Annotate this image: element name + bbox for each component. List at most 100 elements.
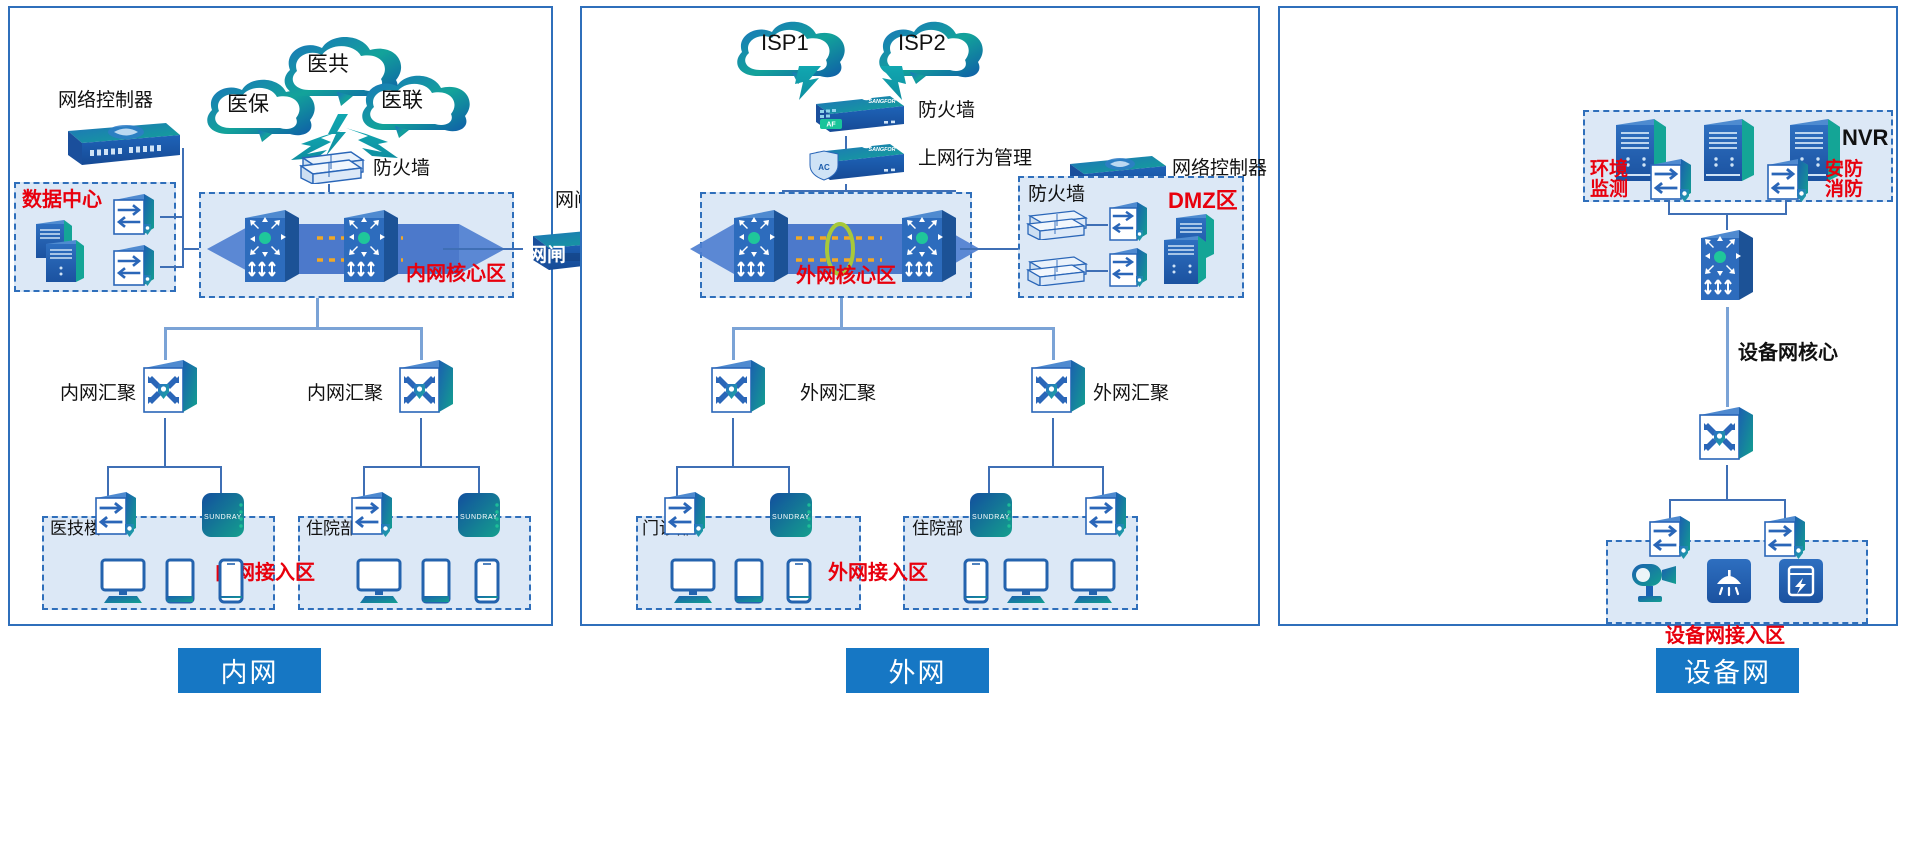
terminal-phone-intranet-l bbox=[218, 558, 244, 604]
link-aggL-down bbox=[164, 418, 166, 466]
panel-tab-intranet[interactable]: 内网 bbox=[178, 648, 321, 693]
agg-switch-extranet-right bbox=[1027, 358, 1091, 420]
terminal-pc-extranet-r1 bbox=[1001, 558, 1053, 606]
agg-right-label-intranet: 内网汇聚 bbox=[307, 382, 384, 404]
cloud-label-yilian: 医联 bbox=[381, 88, 423, 112]
camera-icon bbox=[1630, 558, 1686, 604]
link-extaggR-bus bbox=[988, 466, 1102, 468]
wireless-ap-extranet-right: SUNDRAY bbox=[968, 491, 1016, 539]
link-dn-agg-bus bbox=[1669, 499, 1784, 501]
agg-left-label-intranet: 内网汇聚 bbox=[60, 382, 137, 404]
zone-extranet-core-label: 外网核心区 bbox=[796, 263, 896, 287]
dmz-firewall-2 bbox=[1024, 254, 1090, 286]
terminal-tablet-extranet-l bbox=[734, 558, 764, 604]
gateway-device-label: 网闸 bbox=[528, 244, 567, 266]
svg-text:SUNDRAY: SUNDRAY bbox=[972, 514, 1010, 521]
terminal-phone-extranet-l bbox=[786, 558, 812, 604]
core-switch-intranet-left bbox=[241, 208, 303, 290]
link-dn-env-down bbox=[1668, 200, 1670, 214]
agg-switch-extranet-left bbox=[707, 358, 771, 420]
nvr-label: NVR bbox=[1842, 125, 1889, 150]
env-monitor-label-line2: 监测 bbox=[1590, 177, 1629, 200]
switch-datacenter-1 bbox=[110, 192, 160, 238]
link-ctrl-sw2 bbox=[160, 266, 184, 268]
sensor-icon bbox=[1706, 558, 1752, 604]
devicenet-core-label: 设备网核心 bbox=[1738, 340, 1838, 364]
zone-devicenet-access-label: 设备网接入区 bbox=[1665, 623, 1785, 647]
env-monitor-label: 环境 监测 bbox=[1590, 158, 1629, 200]
devicenet-access-switch-left bbox=[1646, 514, 1696, 564]
terminal-phone-intranet-r bbox=[474, 558, 500, 604]
link-ctrl-down bbox=[182, 148, 184, 218]
terminal-pc-intranet-r1 bbox=[354, 558, 406, 606]
link-extaggL-bus bbox=[676, 466, 790, 468]
core-switch-extranet-right bbox=[898, 208, 960, 290]
link-aggL-bus bbox=[107, 466, 222, 468]
link-dn-agg-down bbox=[1726, 465, 1728, 499]
access-control-icon bbox=[1778, 558, 1824, 604]
devicenet-switch-env bbox=[1647, 157, 1697, 207]
link-extagg-right-drop bbox=[1052, 327, 1055, 360]
network-controller-intranet bbox=[54, 115, 182, 167]
switch-datacenter-2 bbox=[110, 243, 160, 289]
link-core-agg-trunk bbox=[316, 298, 319, 328]
dmz-firewall-label: 防火墙 bbox=[1028, 183, 1086, 205]
security-fire-label-line1: 安防 bbox=[1825, 158, 1864, 180]
link-aggR-down bbox=[420, 418, 422, 466]
firewall-intranet-label: 防火墙 bbox=[373, 157, 431, 179]
wireless-ap-intranet-right: SUNDRAY bbox=[456, 491, 504, 539]
link-aggR-bus bbox=[363, 466, 478, 468]
link-dmzfw2-sw bbox=[1086, 270, 1108, 272]
zone-intranet-core-label: 内网核心区 bbox=[406, 261, 506, 285]
terminal-pc-extranet-l bbox=[668, 558, 720, 606]
dmz-server-stack bbox=[1160, 212, 1234, 290]
agg-left-label-extranet: 外网汇聚 bbox=[800, 382, 877, 404]
zone-datacenter-label: 数据中心 bbox=[22, 187, 102, 211]
terminal-phone-extranet-r bbox=[963, 558, 989, 604]
link-agg-left-drop bbox=[164, 327, 167, 360]
terminal-tablet-intranet-l bbox=[165, 558, 195, 604]
zone-extranet-access-label: 外网接入区 bbox=[828, 560, 928, 584]
devicenet-switch-security bbox=[1764, 157, 1814, 207]
svg-text:SUNDRAY: SUNDRAY bbox=[204, 514, 242, 521]
access-switch-intranet-left bbox=[92, 490, 142, 542]
firewall-sangfor-af: SANGFOR AF bbox=[808, 92, 908, 136]
behavior-mgmt-sangfor-ac: SANGFOR AC bbox=[808, 140, 908, 184]
svg-text:AC: AC bbox=[818, 163, 830, 172]
link-extaggL-down bbox=[732, 418, 734, 466]
link-dmzfw1-sw bbox=[1086, 224, 1108, 226]
link-ctrl-sw1 bbox=[160, 216, 184, 218]
nvr-server-2 bbox=[1700, 117, 1760, 189]
core-switch-extranet-left bbox=[730, 208, 792, 290]
access-switch-extranet-left bbox=[661, 490, 711, 542]
link-ctrl-sw2-v bbox=[182, 216, 184, 268]
firewall-extranet-label: 防火墙 bbox=[918, 99, 976, 121]
panel-tab-devicenet[interactable]: 设备网 bbox=[1656, 648, 1799, 693]
behavior-mgmt-label: 上网行为管理 bbox=[918, 147, 1033, 169]
dmz-switch-1 bbox=[1106, 200, 1152, 246]
link-extcore-agg-bus bbox=[732, 327, 1054, 330]
link-dn-core-agg bbox=[1726, 307, 1729, 407]
access-switch-intranet-right bbox=[348, 490, 398, 542]
access-right-label-extranet: 住院部 bbox=[912, 519, 963, 539]
panel-tab-extranet[interactable]: 外网 bbox=[846, 648, 989, 693]
security-fire-label: 安防 消防 bbox=[1825, 158, 1864, 200]
svg-text:AF: AF bbox=[826, 122, 836, 129]
link-core-gateway bbox=[443, 248, 523, 250]
devicenet-core-switch bbox=[1697, 228, 1757, 308]
link-extagg-left-drop bbox=[732, 327, 735, 360]
env-monitor-label-line1: 环境 bbox=[1590, 158, 1629, 180]
svg-text:SANGFOR: SANGFOR bbox=[869, 147, 896, 153]
devicenet-agg-switch bbox=[1695, 405, 1759, 467]
firewall-intranet bbox=[293, 148, 365, 184]
link-agg-right-drop bbox=[420, 327, 423, 360]
core-switch-intranet-right bbox=[340, 208, 402, 290]
link-core-agg-bus bbox=[164, 327, 422, 330]
server-stack-datacenter bbox=[30, 218, 94, 288]
access-switch-extranet-right bbox=[1082, 490, 1132, 542]
link-dn-sec-down bbox=[1785, 200, 1787, 214]
wireless-ap-extranet-left: SUNDRAY bbox=[768, 491, 816, 539]
agg-right-label-extranet: 外网汇聚 bbox=[1093, 382, 1170, 404]
cloud-label-yigong: 医共 bbox=[307, 52, 349, 76]
cloud-label-isp1: ISP1 bbox=[761, 30, 809, 55]
